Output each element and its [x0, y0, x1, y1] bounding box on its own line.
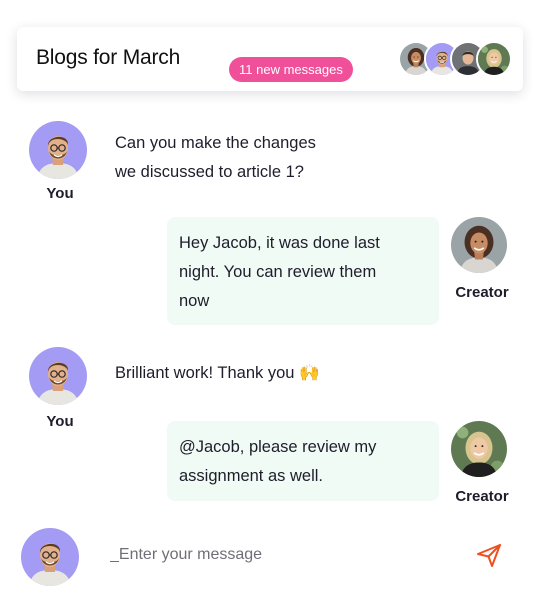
message-line: assignment as well. [179, 467, 323, 485]
author-label: Creator [455, 488, 509, 505]
participant-avatar[interactable] [476, 41, 512, 77]
message-text: Can you make the changes we discussed to… [115, 129, 316, 187]
message-line: Brilliant work! Thank you 🙌 [115, 364, 320, 382]
message-line: @Jacob, please review my [179, 438, 377, 456]
message-input[interactable] [110, 540, 440, 570]
creator-avatar[interactable] [451, 421, 507, 477]
message-line: Hey Jacob, it was done last [179, 234, 380, 252]
message-line: we discussed to article 1? [115, 163, 304, 181]
chat-title: Blogs for March [36, 46, 181, 69]
message-line: now [179, 292, 210, 310]
send-button[interactable] [474, 540, 504, 570]
user-avatar[interactable] [29, 347, 87, 405]
composer-avatar [21, 528, 79, 586]
new-messages-badge[interactable]: 11 new messages [229, 57, 353, 82]
send-icon [477, 544, 501, 567]
author-label: You [46, 185, 74, 202]
message-line: night. You can review them [179, 263, 377, 281]
author-label: You [46, 413, 74, 430]
message-line: Can you make the changes [115, 134, 316, 152]
message-bubble: @Jacob, please review my assignment as w… [167, 421, 439, 501]
participants-stack[interactable] [398, 41, 512, 77]
creator-avatar[interactable] [451, 217, 507, 273]
chat-header: Blogs for March 11 new messages [17, 27, 523, 91]
user-avatar[interactable] [29, 121, 87, 179]
message-text: Brilliant work! Thank you 🙌 [115, 359, 320, 388]
message-bubble: Hey Jacob, it was done last night. You c… [167, 217, 439, 325]
author-label: Creator [455, 284, 509, 301]
